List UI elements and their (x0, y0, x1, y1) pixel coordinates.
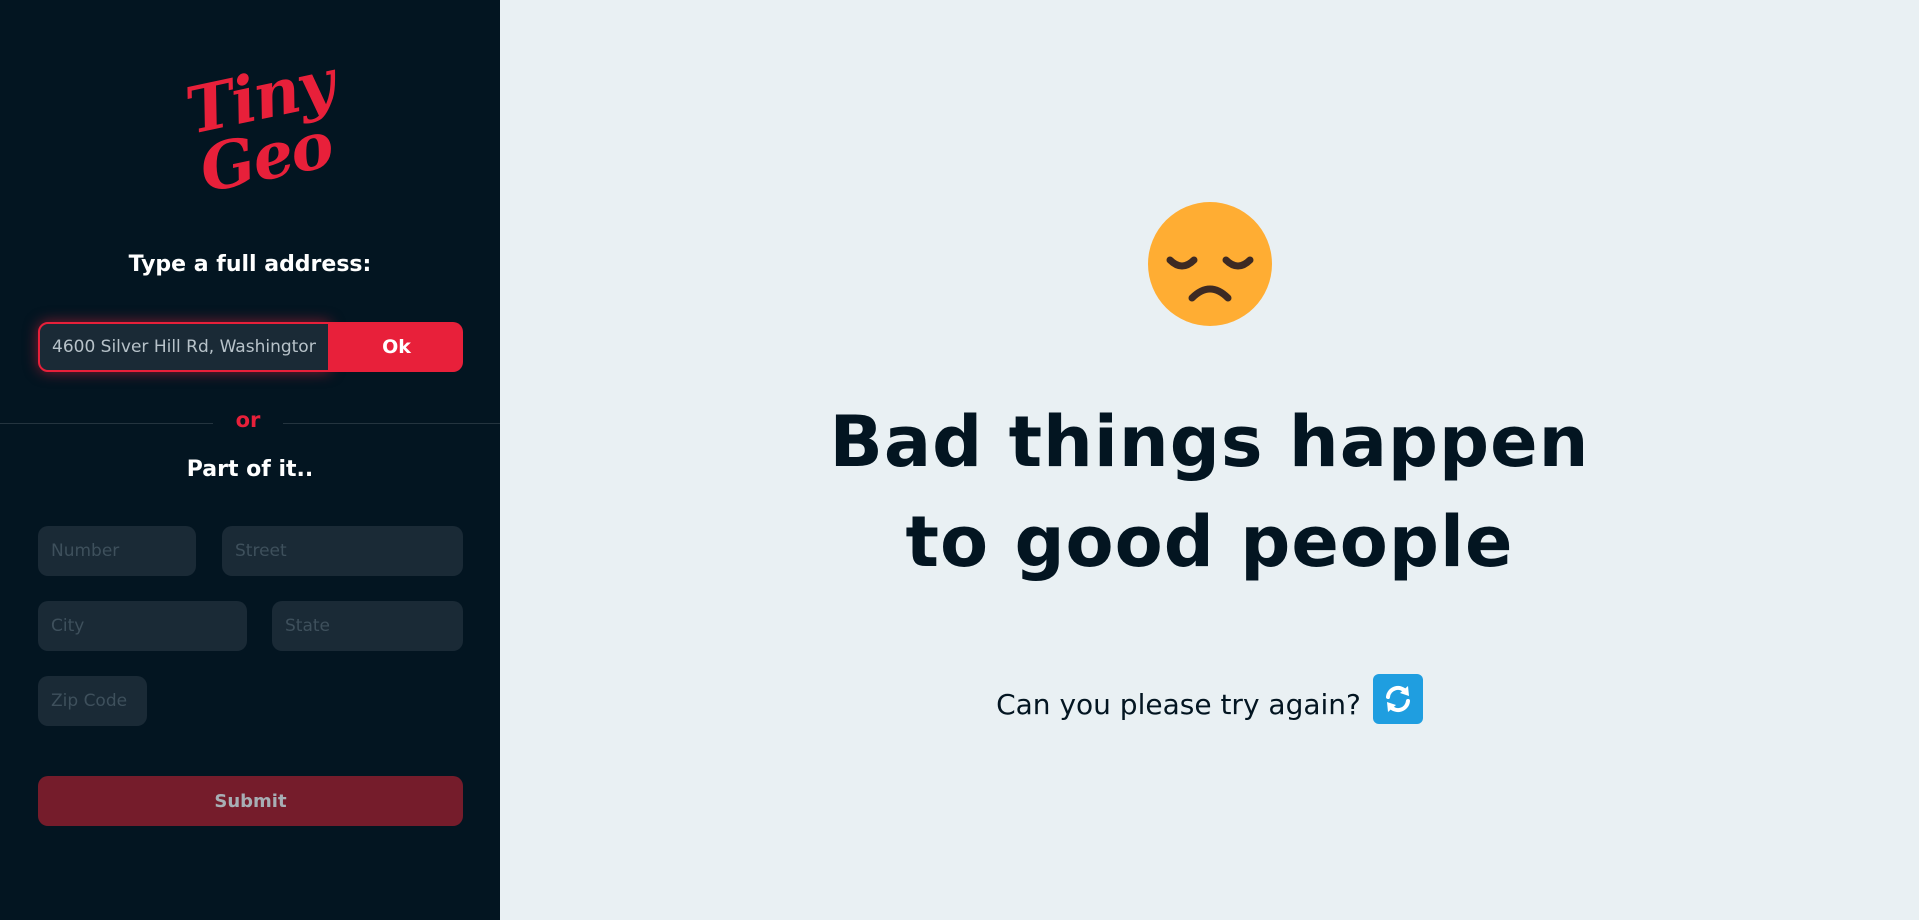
full-address-heading: Type a full address: (128, 252, 372, 277)
part-address-heading: Part of it.. (186, 457, 314, 482)
address-form: Ok (38, 322, 463, 372)
zip-code-field[interactable] (38, 676, 147, 726)
ok-button[interactable]: Ok (330, 322, 463, 372)
submit-button[interactable]: Submit (38, 776, 463, 826)
full-address-input[interactable] (38, 322, 330, 372)
main-panel: Bad things happen to good people Can you… (500, 0, 1919, 920)
headline-line-2: to good people (905, 501, 1514, 583)
street-field[interactable] (222, 526, 463, 576)
divider-right (283, 423, 500, 424)
sad-face-icon (1148, 202, 1272, 326)
or-divider-label: or (235, 408, 261, 432)
retry-text: Can you please try again? (996, 687, 1361, 721)
state-field[interactable] (272, 601, 463, 651)
headline-line-1: Bad things happen (829, 401, 1590, 483)
error-headline: Bad things happen to good people (500, 392, 1919, 592)
number-field[interactable] (38, 526, 196, 576)
retry-button[interactable] (1372, 674, 1423, 724)
divider-left (0, 423, 213, 424)
city-field[interactable] (38, 601, 247, 651)
tiny-geo-logo: Tiny Geo (180, 45, 340, 210)
sidebar: Tiny Geo Type a full address: Ok or Part… (0, 0, 500, 920)
retry-row: Can you please try again? (500, 674, 1919, 724)
refresh-icon (1385, 685, 1410, 713)
